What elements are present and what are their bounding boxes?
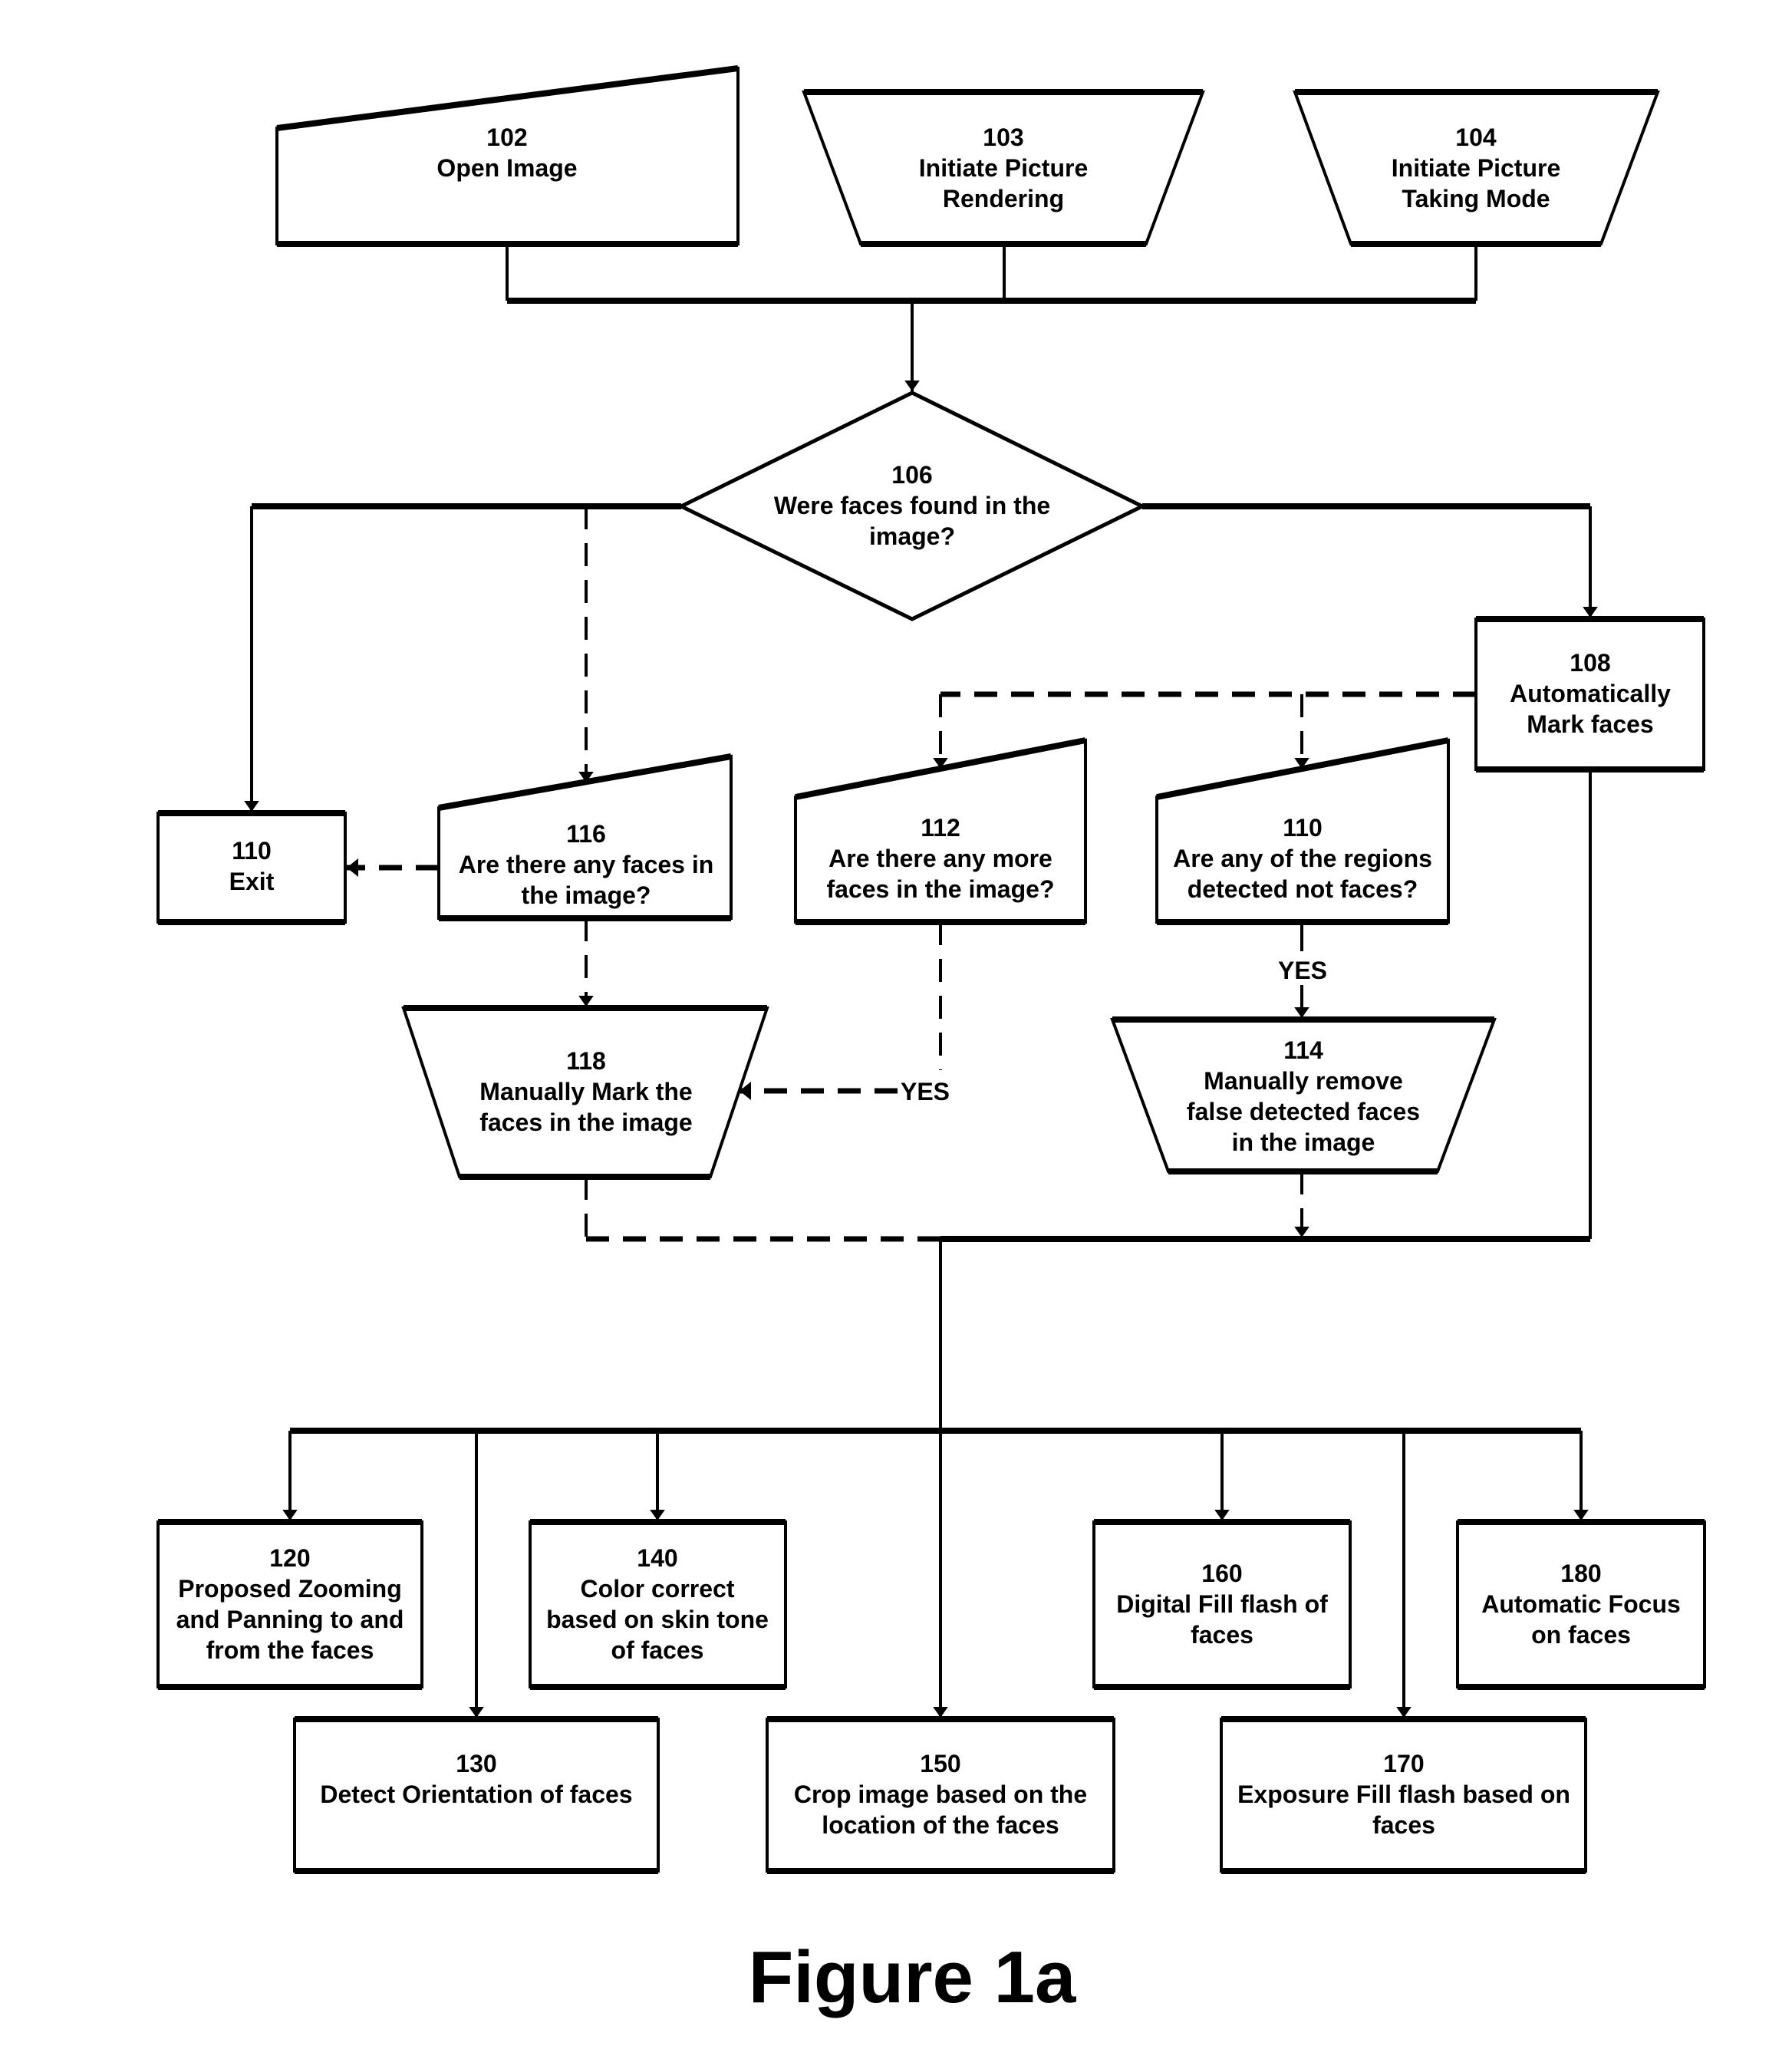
node-text: Rendering	[943, 185, 1064, 212]
node-140-color-correct: 140 Color correct based on skin tone of …	[529, 1519, 787, 1690]
node-text: Are there any faces in	[459, 851, 714, 878]
node-text: in the image	[1232, 1128, 1375, 1156]
node-text: on faces	[1531, 1621, 1631, 1649]
node-110-exit: 110 Exit	[156, 810, 347, 925]
node-text: and Panning to and	[176, 1606, 404, 1633]
figure-caption: Figure 1a	[749, 1936, 1076, 2018]
node-text: Exposure Fill flash based on	[1237, 1781, 1570, 1808]
node-170-exposure-fill-flash: 170 Exposure Fill flash based on faces	[1220, 1716, 1587, 1874]
node-103-initiate-picture-rendering: 103 Initiate Picture Rendering	[802, 89, 1205, 247]
node-id: 170	[1383, 1750, 1424, 1777]
node-text: Manually remove	[1204, 1067, 1403, 1095]
node-text: false detected faces	[1187, 1098, 1420, 1125]
node-text: based on skin tone	[546, 1606, 769, 1633]
node-text: Crop image based on the	[794, 1781, 1087, 1808]
edge-label-yes: YES	[1278, 957, 1327, 984]
node-id: 118	[566, 1047, 606, 1075]
node-id: 180	[1560, 1560, 1601, 1587]
node-id: 130	[456, 1750, 496, 1777]
node-114-manually-remove-false-faces: 114 Manually remove false detected faces…	[1110, 1016, 1497, 1174]
node-180-automatic-focus: 180 Automatic Focus on faces	[1456, 1519, 1706, 1690]
edge-label-yes: YES	[901, 1078, 950, 1105]
node-text: Were faces found in the	[774, 492, 1050, 519]
node-id: 114	[1283, 1036, 1323, 1064]
node-text: Initiate Picture	[919, 154, 1089, 182]
node-text: detected not faces?	[1188, 875, 1418, 903]
node-text: faces	[1191, 1621, 1253, 1649]
node-130-detect-orientation: 130 Detect Orientation of faces	[293, 1716, 660, 1874]
node-text: location of the faces	[822, 1811, 1059, 1839]
node-text: Color correct	[581, 1575, 735, 1603]
node-text: Detect Orientation of faces	[320, 1781, 632, 1808]
node-text: Manually Mark the	[479, 1078, 692, 1105]
node-text: Automatic Focus	[1481, 1590, 1681, 1618]
node-text: Taking Mode	[1402, 185, 1550, 212]
node-id: 110	[1283, 814, 1323, 842]
flowchart: 102 Open Image 103 Initiate Picture Rend…	[156, 65, 1706, 2018]
node-160-digital-fill-flash: 160 Digital Fill flash of faces	[1092, 1519, 1352, 1690]
node-102-open-image: 102 Open Image	[275, 65, 740, 247]
node-text: Are there any more	[828, 845, 1052, 872]
node-text: Digital Fill flash of	[1116, 1590, 1328, 1618]
node-150-crop-image: 150 Crop image based on the location of …	[766, 1716, 1115, 1874]
node-112-any-more-faces-question: 112 Are there any more faces in the imag…	[794, 737, 1087, 925]
node-text: Mark faces	[1527, 710, 1653, 738]
node-text: of faces	[611, 1636, 704, 1664]
node-id: 120	[269, 1544, 310, 1572]
node-text: Proposed Zooming	[178, 1575, 402, 1603]
node-104-initiate-picture-taking-mode: 104 Initiate Picture Taking Mode	[1293, 89, 1660, 247]
node-text: from the faces	[206, 1636, 374, 1664]
node-118-manually-mark-faces: 118 Manually Mark the faces in the image	[401, 1005, 769, 1180]
node-110-regions-not-faces-question: 110 Are any of the regions detected not …	[1155, 737, 1450, 925]
node-id: 160	[1201, 1560, 1242, 1587]
node-text: faces in the image?	[827, 875, 1055, 903]
node-id: 108	[1570, 649, 1610, 677]
node-id: 110	[232, 837, 272, 865]
node-120-proposed-zooming: 120 Proposed Zooming and Panning to and …	[156, 1519, 423, 1690]
node-text: image?	[869, 522, 955, 550]
node-id: 116	[566, 820, 606, 848]
node-text: Automatically	[1510, 680, 1671, 707]
node-108-automatically-mark-faces: 108 Automatically Mark faces	[1474, 616, 1705, 773]
node-id: 112	[921, 814, 960, 842]
node-text: the image?	[522, 881, 651, 909]
node-text: faces	[1372, 1811, 1435, 1839]
node-text: Are any of the regions	[1173, 845, 1432, 872]
node-id: 140	[637, 1544, 677, 1572]
node-id: 106	[891, 461, 932, 489]
node-id: 150	[920, 1750, 960, 1777]
node-text: Open Image	[436, 154, 577, 182]
node-106-decision-faces-found: 106 Were faces found in the image?	[677, 390, 1147, 621]
node-id: 104	[1455, 124, 1497, 151]
node-id: 103	[983, 124, 1023, 151]
node-text: Initiate Picture	[1392, 154, 1561, 182]
node-text: Exit	[229, 868, 275, 895]
node-id: 102	[486, 124, 527, 151]
node-116-any-faces-question: 116 Are there any faces in the image?	[437, 753, 733, 921]
node-text: faces in the image	[479, 1109, 692, 1136]
